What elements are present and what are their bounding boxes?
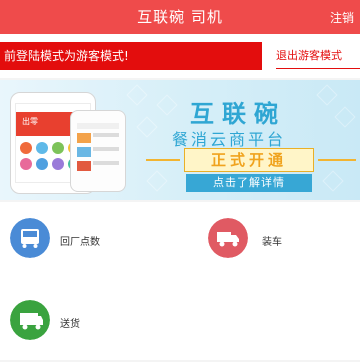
bus-icon: [10, 218, 50, 258]
tile-delivery[interactable]: 送货: [0, 284, 180, 362]
delivery-icon: [10, 300, 50, 340]
top-bar: 互联碗 司机 注销: [0, 0, 360, 34]
truck-icon: [208, 218, 248, 258]
guest-notice-bar: 前登陆模式为游客模式! 退出游客模式: [0, 34, 360, 78]
app-dot-icon: [36, 142, 48, 154]
phone-list-icon: [77, 123, 119, 171]
app-dot-icon: [20, 158, 32, 170]
promo-banner[interactable]: 出零 互联碗 餐消云商平台 正式开通 点击了解详情: [0, 80, 360, 200]
app-dot-icon: [20, 142, 32, 154]
exit-guest-mode-button[interactable]: 退出游客模式: [276, 44, 360, 69]
app-title: 互联碗 司机: [137, 8, 223, 26]
banner-subtitle: 餐消云商平台: [172, 130, 287, 149]
divider-left: [146, 159, 180, 161]
tile-loading[interactable]: 装车: [180, 202, 360, 280]
tile-label: 回厂点数: [60, 237, 100, 248]
guest-mode-text: 前登陆模式为游客模式!: [4, 49, 129, 63]
learn-more-button[interactable]: 点击了解详情: [186, 174, 312, 192]
app-dot-icon: [52, 142, 64, 154]
phone-mini-banner-text: 出零: [22, 117, 38, 126]
phone-secondary-icon: [70, 110, 126, 192]
tile-return-points[interactable]: 回厂点数: [0, 202, 180, 280]
banner-badge: 正式开通: [184, 148, 314, 172]
tile-label: 装车: [262, 237, 282, 248]
function-grid: 回厂点数 装车 送货: [0, 202, 360, 360]
divider-right: [318, 159, 356, 161]
tile-label: 送货: [60, 319, 80, 330]
banner-title: 互联碗: [190, 100, 286, 128]
app-dot-icon: [52, 158, 64, 170]
app-dot-icon: [36, 158, 48, 170]
guest-mode-message: 前登陆模式为游客模式!: [0, 42, 262, 70]
logout-button[interactable]: 注销: [330, 9, 354, 26]
